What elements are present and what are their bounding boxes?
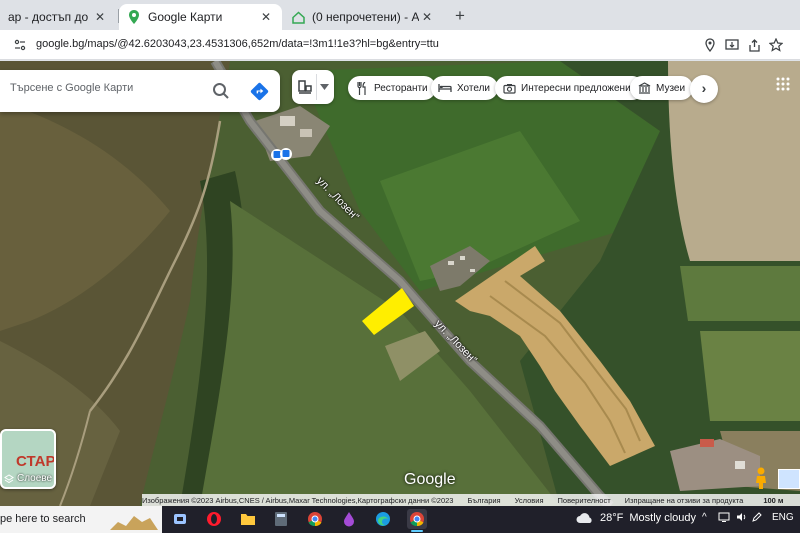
new-tab-button[interactable]: + [450,6,470,26]
bookmark-star-icon[interactable] [768,37,784,53]
chip-label: Интересни предложения [521,82,637,94]
chip-label: Хотели [457,82,491,94]
search-icon[interactable] [212,82,230,100]
google-apps-icon[interactable] [776,77,790,91]
imagery-credits: Изображения ©2023 Airbus,CNES / Airbus,M… [142,495,454,505]
directions-icon[interactable] [250,82,269,101]
chip-hotels[interactable]: Хотели [431,76,499,100]
home-icon [291,10,305,24]
tab-title: Google Карти [148,10,223,24]
chrome-active-icon[interactable] [407,509,427,532]
browser-toolbar: google.bg/maps/@42.6203043,23.4531306,65… [0,30,800,60]
close-icon[interactable]: ✕ [258,9,274,25]
chip-attractions[interactable]: Интересни предложения [495,76,645,100]
app-drop-icon[interactable] [339,509,359,529]
bed-icon [438,81,452,95]
layers-label: Слоеве [4,473,52,484]
site-settings-icon[interactable] [14,39,26,51]
edge-icon[interactable] [373,509,393,529]
divider [316,74,317,100]
close-icon[interactable]: ✕ [92,9,108,25]
museum-icon [637,81,651,95]
transit-layer-button[interactable] [292,70,334,104]
layers-text: Слоеве [17,473,53,484]
layers-button[interactable]: СТАРТАИМ Слоеве [0,429,56,489]
satellite-map[interactable]: ул. „Лозен“ ул. „Лозен“ Ресторанти [0,61,800,506]
search-input[interactable] [10,82,200,94]
speaker-icon[interactable] [736,512,748,525]
pen-icon[interactable] [752,512,762,525]
chip-museums[interactable]: Музеи [630,76,694,100]
maps-search-box [0,70,280,112]
privacy-link[interactable]: Поверителност [558,496,611,505]
camera-icon [502,81,516,95]
tab-digital-access[interactable]: ар - достъп до цифрови ✕ [0,4,116,30]
feedback-link[interactable]: Изпращане на отзиви за продукта [625,496,744,505]
tab-google-maps[interactable]: Google Карти ✕ [119,4,282,30]
tab-abv-mail[interactable]: (0 непрочетени) - АБВ поща ✕ [283,4,443,30]
map-attribution-bar: Изображения ©2023 Airbus,CNES / Airbus,M… [142,494,800,506]
chevron-down-icon[interactable] [320,84,329,90]
bus-stop-icon [280,148,292,160]
chip-label: Музеи [656,82,686,94]
language-indicator[interactable]: ENG [772,512,794,523]
tray-chevron-icon[interactable]: ^ [702,512,707,523]
opera-icon[interactable] [204,509,224,529]
cloud-icon [576,513,592,523]
transit-icon [298,80,312,94]
pegman-icon[interactable] [752,466,770,490]
task-view-icon[interactable] [170,509,190,529]
calculator-icon[interactable] [271,509,291,529]
weather-widget[interactable]: 28°F Mostly cloudy [576,512,696,524]
scale-bar[interactable]: 100 м [763,496,783,505]
layers-icon [4,473,14,483]
google-logo: Google [404,471,456,488]
browser-tab-strip: ар - достъп до цифрови ✕ Google Карти ✕ … [0,0,800,30]
network-icon[interactable] [718,512,730,525]
satellite-imagery [0,61,800,506]
watermark-logo: СТАРТАИМ [16,453,56,470]
weather-temp: 28°F [600,512,624,524]
search-highlight-icon [110,516,158,530]
tab-title: ар - достъп до цифрови [8,10,92,24]
chrome-icon[interactable] [305,509,325,529]
windows-taskbar: pe here to search 28°F Mostly cloudy ^ E… [0,506,800,533]
chips-next-button[interactable]: › [690,75,718,103]
address-bar-url[interactable]: google.bg/maps/@42.6203043,23.4531306,65… [36,38,439,50]
chip-restaurants[interactable]: Ресторанти [348,76,436,100]
photo-preview-thumbnail[interactable] [778,469,800,489]
tab-title: (0 непрочетени) - АБВ поща [312,10,419,24]
share-icon[interactable] [746,37,762,53]
file-explorer-icon[interactable] [238,509,258,529]
weather-desc: Mostly cloudy [629,512,696,524]
maps-pin-icon [127,10,141,24]
install-app-icon[interactable] [724,37,740,53]
fork-knife-icon [355,81,369,95]
country-link[interactable]: България [467,496,500,505]
terms-link[interactable]: Условия [515,496,544,505]
location-icon[interactable] [702,37,718,53]
chip-label: Ресторанти [374,82,428,94]
close-icon[interactable]: ✕ [419,9,435,25]
